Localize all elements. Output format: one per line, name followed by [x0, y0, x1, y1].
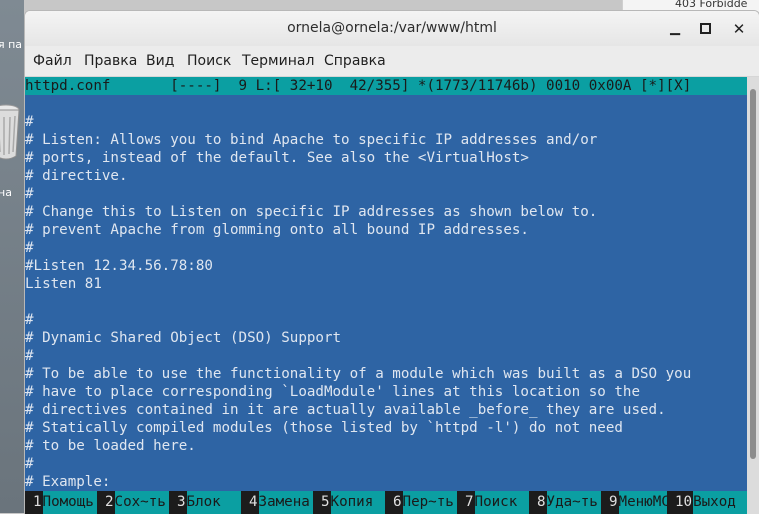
- editor-line: # prevent Apache from glomming onto all …: [25, 222, 529, 238]
- fkey-number: 3: [169, 491, 187, 514]
- editor-line: # Change this to Listen on specific IP a…: [25, 204, 598, 220]
- editor-line: #: [25, 186, 34, 202]
- editor-line: # Listen: Allows you to bind Apache to s…: [25, 132, 598, 148]
- fkey-5[interactable]: 5Копия: [313, 491, 373, 514]
- fkey-number: 10: [667, 491, 694, 514]
- editor-line: # Dynamic Shared Object (DSO) Support: [25, 330, 342, 346]
- fkey-label: Копия: [330, 494, 374, 510]
- editor-line: # Statically compiled modules (those lis…: [25, 420, 623, 436]
- fkey-number: 1: [25, 491, 43, 514]
- fkey-label: Уда~ть: [546, 494, 598, 510]
- editor-line: # have to place corresponding `LoadModul…: [25, 384, 640, 400]
- maximize-icon: [699, 23, 711, 34]
- menu-help[interactable]: Справка: [324, 46, 386, 76]
- fkey-number: 6: [385, 491, 403, 514]
- close-button[interactable]: ✕: [729, 19, 749, 39]
- background-tab-title: 403 Forbidde: [675, 0, 748, 10]
- menu-edit[interactable]: Правка: [84, 46, 137, 76]
- editor-content[interactable]: # # Listen: Allows you to bind Apache to …: [25, 113, 747, 491]
- fkey-number: 7: [457, 491, 475, 514]
- terminal-window: ornela@ornela:/var/www/html ▁ ✕ Файл Пра…: [24, 10, 759, 514]
- fkey-7[interactable]: 7Поиск: [457, 491, 517, 514]
- fkey-number: 8: [529, 491, 547, 514]
- editor-status-line: httpd.conf [----] 9 L:[ 32+10 42/355] *(…: [25, 77, 747, 95]
- fkey-label: Блок: [186, 494, 221, 510]
- editor-line: #: [25, 348, 34, 364]
- fkey-label: Выход: [693, 494, 736, 510]
- editor-line: # ports, instead of the default. See als…: [25, 150, 529, 166]
- fkey-number: 5: [313, 491, 331, 514]
- scrollbar-thumb[interactable]: [750, 89, 756, 459]
- menu-terminal[interactable]: Терминал: [242, 46, 314, 76]
- fkey-label: Пер~ть: [402, 494, 454, 510]
- maximize-button[interactable]: [695, 19, 715, 39]
- fkey-8[interactable]: 8Уда~ть: [529, 491, 598, 514]
- editor-line: #: [25, 312, 34, 328]
- fkey-label: МенюМС: [618, 494, 670, 510]
- fkey-4[interactable]: 4Замена: [241, 491, 310, 514]
- minimize-icon: ▁: [670, 21, 680, 36]
- fkey-3[interactable]: 3Блок: [169, 491, 221, 514]
- editor-line: #: [25, 456, 34, 472]
- fkey-6[interactable]: 6Пер~ть: [385, 491, 454, 514]
- terminal-scrollbar[interactable]: [747, 77, 759, 514]
- desktop-label: я па: [0, 38, 23, 51]
- editor-line: #: [25, 240, 34, 256]
- desktop-label: на: [0, 186, 12, 199]
- fkey-2[interactable]: 2Сох~ть: [97, 491, 166, 514]
- fkey-label: Замена: [258, 494, 310, 510]
- close-icon: ✕: [732, 20, 746, 38]
- fkey-label: Сох~ть: [114, 494, 166, 510]
- editor-line: # To be able to use the functionality of…: [25, 366, 692, 382]
- menu-bar: Файл Правка Вид Поиск Терминал Справка: [25, 46, 759, 77]
- editor-line: # directive.: [25, 168, 128, 184]
- fkey-number: 4: [241, 491, 259, 514]
- editor-line: # Example:: [25, 474, 111, 490]
- fkey-label: Помощь: [42, 494, 94, 510]
- minimize-button[interactable]: ▁: [665, 19, 685, 39]
- fkey-9[interactable]: 9МенюМС: [601, 491, 670, 514]
- editor-line: Listen 81: [25, 276, 102, 292]
- fkey-10[interactable]: 10Выход: [667, 491, 736, 514]
- fkey-number: 2: [97, 491, 115, 514]
- editor-line: #: [25, 114, 34, 130]
- terminal-screen[interactable]: httpd.conf [----] 9 L:[ 32+10 42/355] *(…: [25, 77, 747, 514]
- editor-line: # to be loaded here.: [25, 438, 196, 454]
- menu-view[interactable]: Вид: [146, 46, 174, 76]
- trash-icon[interactable]: [0, 100, 22, 162]
- fkey-label: Поиск: [474, 494, 518, 510]
- menu-file[interactable]: Файл: [33, 46, 72, 76]
- fkey-1[interactable]: 1Помощь: [25, 491, 94, 514]
- window-title: ornela@ornela:/var/www/html: [287, 20, 497, 36]
- editor-line: # directives contained in it are actuall…: [25, 402, 666, 418]
- title-bar[interactable]: ornela@ornela:/var/www/html ▁ ✕: [25, 11, 759, 46]
- desktop-left-strip: [0, 0, 24, 513]
- menu-search[interactable]: Поиск: [187, 46, 231, 76]
- fkey-number: 9: [601, 491, 619, 514]
- editor-line: #Listen 12.34.56.78:80: [25, 258, 213, 274]
- function-key-bar: 1Помощь 2Сох~ть 3Блок 4Замена 5Копия 6Пер~ть 7…: [25, 491, 747, 514]
